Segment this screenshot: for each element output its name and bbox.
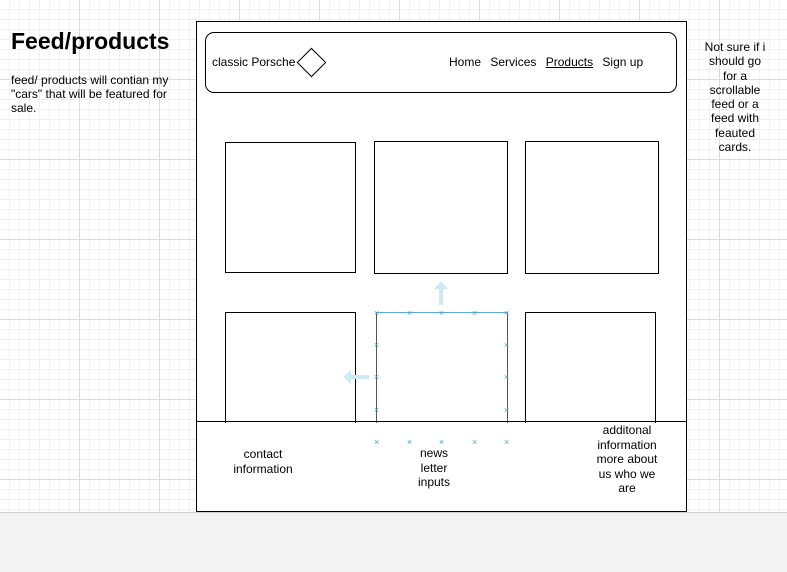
side-note-text[interactable]: Not sure if i should go for a scrollable… bbox=[704, 40, 766, 154]
selection-handle-icon[interactable]: × bbox=[502, 438, 511, 447]
product-card-selected[interactable] bbox=[376, 312, 508, 423]
footer-contact-text[interactable]: contact information bbox=[226, 447, 300, 476]
selection-handle-icon[interactable]: × bbox=[372, 373, 381, 382]
selection-handle-icon[interactable]: × bbox=[437, 309, 446, 318]
selection-handle-icon[interactable]: × bbox=[405, 309, 414, 318]
product-card[interactable] bbox=[374, 141, 508, 274]
nav-item-products[interactable]: Products bbox=[546, 55, 593, 69]
connector-arrow-left-icon[interactable] bbox=[343, 370, 369, 384]
selection-handle-icon[interactable]: × bbox=[372, 438, 381, 447]
nav-item-services[interactable]: Services bbox=[490, 55, 536, 69]
selection-handle-icon[interactable]: × bbox=[502, 406, 511, 415]
nav-menu: Home Services Products Sign up bbox=[449, 55, 649, 69]
nav-item-sign-up[interactable]: Sign up bbox=[602, 55, 643, 69]
footer-divider bbox=[196, 421, 686, 422]
selection-handle-icon[interactable]: × bbox=[372, 341, 381, 350]
description-text[interactable]: feed/ products will contian my "cars" th… bbox=[11, 73, 181, 115]
brand-label[interactable]: classic Porsche bbox=[212, 55, 295, 69]
selection-handle-icon[interactable]: × bbox=[502, 341, 511, 350]
page-title[interactable]: Feed/products bbox=[11, 28, 169, 55]
footer-newsletter-text[interactable]: news letter inputs bbox=[408, 446, 460, 490]
selection-handle-icon[interactable]: × bbox=[502, 309, 511, 318]
selection-handle-icon[interactable]: × bbox=[502, 373, 511, 382]
footer-additional-text[interactable]: additonal information more about us who … bbox=[594, 423, 660, 496]
diagram-canvas[interactable]: Feed/products feed/ products will contia… bbox=[0, 0, 787, 513]
selection-handle-icon[interactable]: × bbox=[372, 406, 381, 415]
nav-item-home[interactable]: Home bbox=[449, 55, 481, 69]
product-card[interactable] bbox=[225, 312, 356, 423]
selection-handle-icon[interactable]: × bbox=[470, 438, 479, 447]
connector-arrow-up-icon[interactable] bbox=[434, 281, 448, 305]
product-card[interactable] bbox=[525, 141, 659, 274]
product-card[interactable] bbox=[525, 312, 656, 423]
product-card[interactable] bbox=[225, 142, 356, 273]
selection-handle-icon[interactable]: × bbox=[372, 309, 381, 318]
selection-handle-icon[interactable]: × bbox=[470, 309, 479, 318]
